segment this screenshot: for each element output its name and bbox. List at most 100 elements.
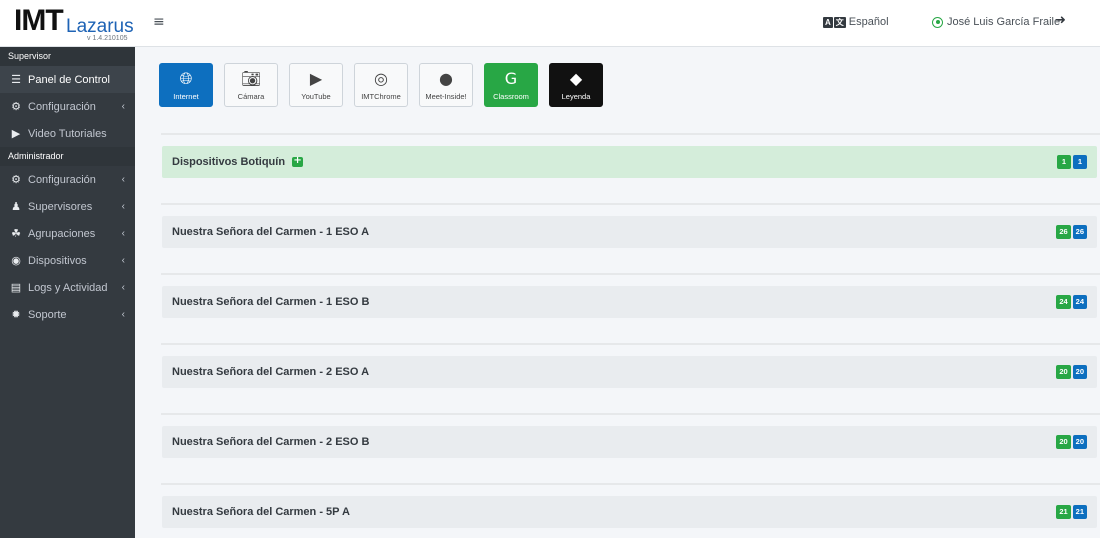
group-title: Nuestra Señora del Carmen - 5P A — [172, 506, 350, 518]
total-count-badge: 24 — [1072, 295, 1087, 309]
shield-icon: ◉ — [11, 255, 21, 267]
sidebar-item-admin-1[interactable]: ♟ Supervisores ‹ — [0, 193, 135, 220]
toolbar-button-internet[interactable]: 🌐︎ Internet — [159, 63, 213, 107]
chat-icon: ● — [439, 69, 453, 88]
device-count-badges: 11 — [1057, 155, 1087, 169]
nav-header-admin: Administrador — [0, 147, 135, 166]
section-divider — [161, 133, 1100, 135]
sidebar-item-label: Video Tutoriales — [28, 127, 107, 140]
file-icon: ▤ — [10, 282, 22, 294]
sidebar-item-label: Dispositivos — [28, 254, 87, 267]
chevron-left-icon: ‹ — [121, 101, 125, 112]
toolbar-button-youtube[interactable]: ▶ YouTube — [289, 63, 343, 107]
tags-icon: ◆ — [569, 69, 583, 88]
sidebar-item-admin-5[interactable]: ✹ Soporte ‹ — [0, 301, 135, 328]
play-circle-icon: ▶ — [11, 128, 21, 140]
sidebar-item-admin-2[interactable]: ☘ Agrupaciones ‹ — [0, 220, 135, 247]
sidebar-item-admin-0[interactable]: ⚙ Configuración ‹ — [0, 166, 135, 193]
sidebar: IMT Lazarus v 1.4.210105 Supervisor ☰ Pan… — [0, 0, 135, 538]
group-card[interactable]: Nuestra Señora del Carmen - 1 ESO A 26 26 — [162, 216, 1097, 248]
sidebar-item-label: Configuración — [28, 173, 96, 186]
users-icon: ☘ — [11, 228, 21, 240]
group-card[interactable]: Nuestra Señora del Carmen - 5P A 21 21 — [162, 496, 1097, 528]
toolbar-button-c-mara[interactable]: 📷︎ Cámara — [224, 63, 278, 107]
section-divider — [161, 483, 1100, 485]
cogs-icon: ⚙ — [11, 174, 21, 186]
online-count-badge: 20 — [1056, 435, 1071, 449]
online-status-icon — [932, 16, 943, 28]
sidebar-item-label: Logs y Actividad — [28, 281, 108, 294]
chevron-left-icon: ‹ — [121, 309, 125, 320]
support-icon: ✹ — [11, 309, 21, 321]
sidebar-item-supervisor-1[interactable]: ⚙ Configuración ‹ — [0, 93, 135, 120]
sidebar-item-supervisor-2[interactable]: ▶ Video Tutoriales — [0, 120, 135, 147]
total-count-badge: 21 — [1072, 505, 1087, 519]
section-divider — [161, 273, 1100, 275]
language-label: Español — [848, 16, 889, 28]
youtube-icon: ▶ — [309, 69, 323, 88]
group-card[interactable]: Dispositivos Botiquín 11 — [162, 146, 1097, 178]
user-menu[interactable]: José Luis García Fraile — [932, 16, 1060, 28]
online-count-badge: 1 — [1057, 155, 1071, 169]
chevron-left-icon: ‹ — [121, 282, 125, 293]
camera-icon: 📷︎ — [240, 69, 262, 88]
total-count-badge: 20 — [1072, 435, 1087, 449]
toolbar-button-meet-inside[interactable]: ● Meet-Inside! — [419, 63, 473, 107]
chevron-left-icon: ‹ — [121, 201, 125, 212]
logout-icon[interactable]: ➜ — [1055, 13, 1066, 28]
sidebar-item-supervisor-0[interactable]: ☰ Panel de Control — [0, 66, 135, 93]
device-count-badges: 24 24 — [1056, 295, 1087, 309]
toolbar-button-classroom[interactable]: G Classroom — [484, 63, 538, 107]
globe-icon: 🌐︎ — [179, 69, 193, 88]
chevron-left-icon: ‹ — [121, 228, 125, 239]
group-title: Nuestra Señora del Carmen - 2 ESO B — [172, 436, 370, 448]
toolbar-button-label: Leyenda — [561, 92, 591, 101]
device-count-badges: 26 26 — [1056, 225, 1087, 239]
user-tie-icon: ♟ — [11, 201, 21, 213]
menu-toggle-icon[interactable]: ≡ — [153, 14, 165, 30]
group-card[interactable]: Nuestra Señora del Carmen - 2 ESO B 20 20 — [162, 426, 1097, 458]
sidebar-item-label: Soporte — [28, 308, 67, 321]
sidebar-item-label: Supervisores — [28, 200, 93, 213]
online-count-badge: 24 — [1056, 295, 1071, 309]
chevron-left-icon: ‹ — [121, 255, 125, 266]
toolbar-button-leyenda[interactable]: ◆ Leyenda — [549, 63, 603, 107]
brand-logo[interactable]: IMT Lazarus v 1.4.210105 — [0, 0, 135, 47]
group-title: Nuestra Señora del Carmen - 1 ESO A — [172, 226, 370, 238]
chrome-icon: ◎ — [374, 69, 388, 88]
device-count-badges: 21 21 — [1056, 505, 1087, 519]
toolbar-button-label: Classroom — [493, 92, 529, 101]
google-icon: G — [504, 69, 518, 88]
toolbar-button-label: Meet-Inside! — [425, 92, 467, 101]
total-count-badge: 20 — [1072, 365, 1087, 379]
group-title: Dispositivos Botiquín — [172, 156, 286, 168]
translate-icon: A文 — [823, 16, 846, 28]
online-count-badge: 20 — [1056, 365, 1071, 379]
sidebar-item-label: Agrupaciones — [28, 227, 96, 240]
section-divider — [161, 413, 1100, 415]
list-icon: ☰ — [11, 74, 21, 86]
language-selector[interactable]: A文 Español — [823, 16, 889, 28]
toolbar-button-label: Cámara — [237, 92, 265, 101]
action-toolbar: 🌐︎ Internet 📷︎ Cámara ▶ YouTube ◎ IMTChrome ● Mee… — [159, 63, 603, 107]
group-card[interactable]: Nuestra Señora del Carmen - 2 ESO A 20 20 — [162, 356, 1097, 388]
toolbar-button-label: Internet — [173, 92, 199, 101]
nav-header-supervisor: Supervisor — [0, 47, 135, 66]
chevron-left-icon: ‹ — [121, 174, 125, 185]
device-count-badges: 20 20 — [1056, 435, 1087, 449]
toolbar-button-imtchrome[interactable]: ◎ IMTChrome — [354, 63, 408, 107]
group-card[interactable]: Nuestra Señora del Carmen - 1 ESO B 24 24 — [162, 286, 1097, 318]
app-version: v 1.4.210105 — [87, 35, 128, 42]
sidebar-item-admin-4[interactable]: ▤ Logs y Actividad ‹ — [0, 274, 135, 301]
device-count-badges: 20 20 — [1056, 365, 1087, 379]
main-content: 🌐︎ Internet 📷︎ Cámara ▶ YouTube ◎ IMTChrome ● Mee… — [135, 47, 1100, 538]
group-title: Nuestra Señora del Carmen - 1 ESO B — [172, 296, 370, 308]
section-divider — [161, 203, 1100, 205]
total-count-badge: 1 — [1073, 155, 1087, 169]
toolbar-button-label: IMTChrome — [361, 92, 401, 101]
medkit-icon — [292, 155, 304, 167]
online-count-badge: 26 — [1056, 225, 1071, 239]
online-count-badge: 21 — [1056, 505, 1071, 519]
sidebar-item-admin-3[interactable]: ◉ Dispositivos ‹ — [0, 247, 135, 274]
sidebar-item-label: Configuración — [28, 100, 96, 113]
